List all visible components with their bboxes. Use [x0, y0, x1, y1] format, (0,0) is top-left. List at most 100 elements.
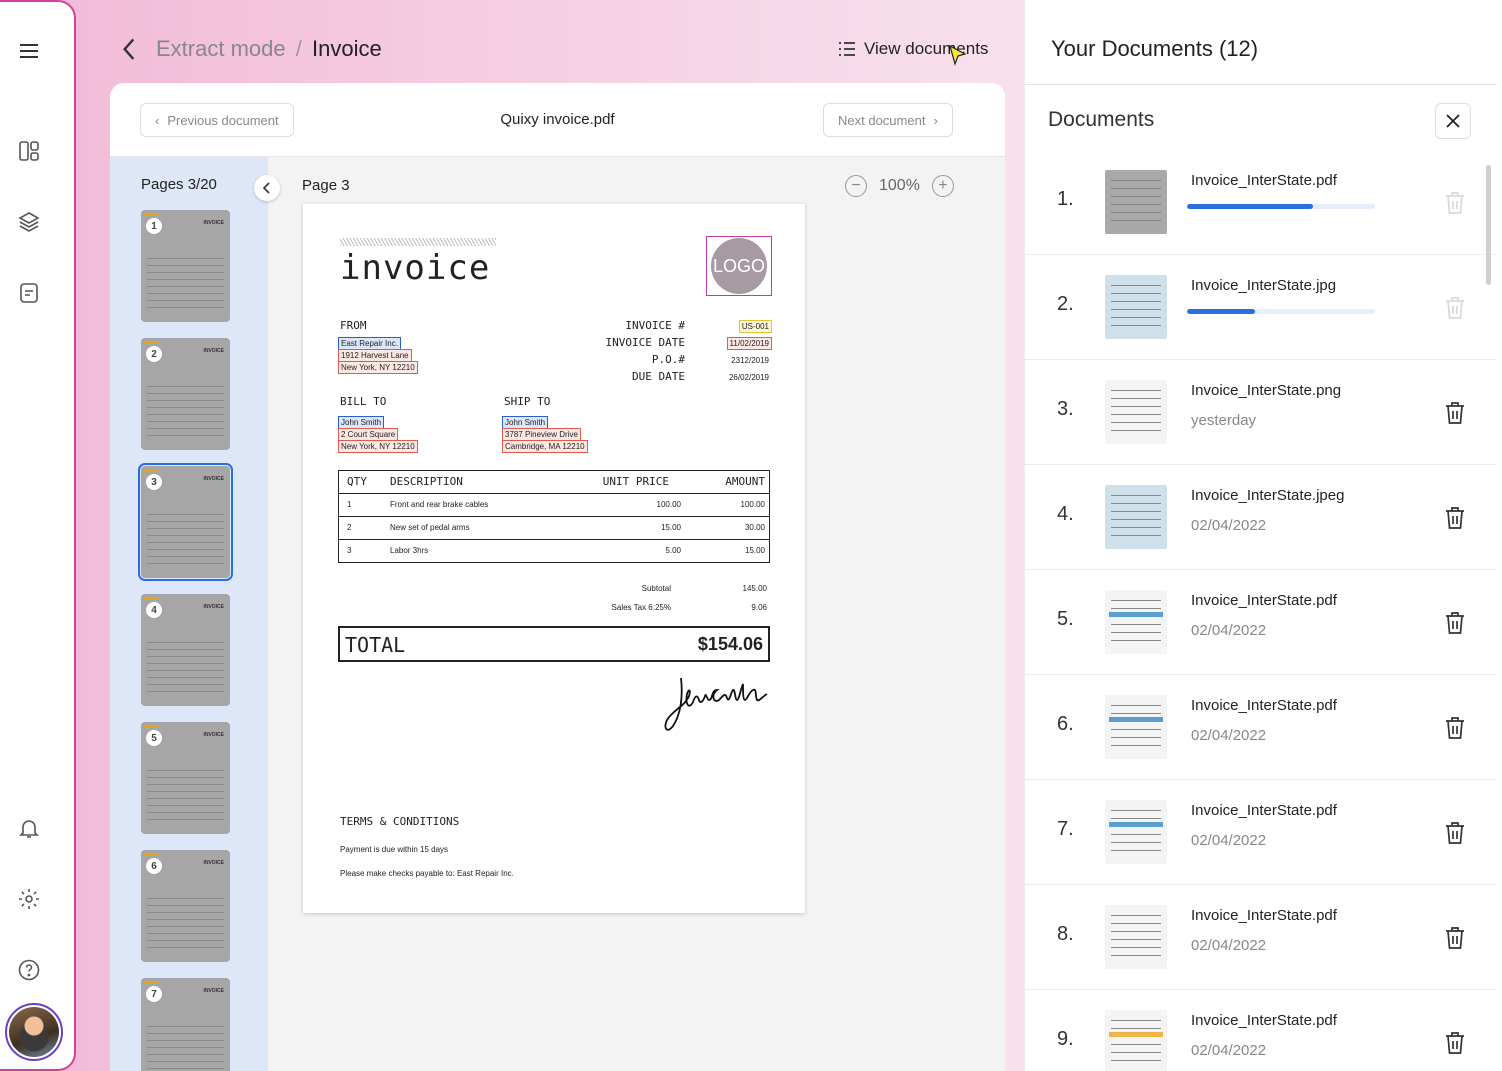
page-viewer: Page 3 − 100% + invoice LOGO FROM East R…: [268, 157, 1005, 1071]
list-item[interactable]: 2. Invoice_InterState.jpg: [1025, 255, 1497, 360]
page-thumbnail[interactable]: 7 INVOICE: [141, 978, 230, 1071]
list-item[interactable]: 8. Invoice_InterState.pdf 02/04/2022: [1025, 885, 1497, 990]
document-index: 5.: [1057, 608, 1074, 630]
document-index: 2.: [1057, 293, 1074, 315]
invoice-number-field[interactable]: US-001: [738, 320, 772, 333]
list-item[interactable]: 5. Invoice_InterState.pdf 02/04/2022: [1025, 570, 1497, 675]
page-thumbnail[interactable]: 5 INVOICE: [141, 722, 230, 834]
thumbnail-line: [147, 777, 224, 778]
list-item[interactable]: 1. Invoice_InterState.pdf: [1025, 150, 1497, 255]
trash-icon[interactable]: [1443, 1030, 1467, 1056]
thumbnail-line: [1111, 535, 1161, 536]
back-button[interactable]: [116, 34, 142, 62]
thumbnail-line: [147, 940, 224, 941]
thumbnail-title: INVOICE: [203, 604, 224, 610]
trash-icon[interactable]: [1443, 295, 1467, 321]
page-thumbnail[interactable]: 1 INVOICE: [141, 210, 230, 322]
document-thumbnail: [1105, 1010, 1167, 1071]
document-nav-bar: ‹ Previous document Quixy invoice.pdf Ne…: [110, 83, 1005, 157]
trash-icon[interactable]: [1443, 715, 1467, 741]
list-item[interactable]: 7. Invoice_InterState.pdf 02/04/2022: [1025, 780, 1497, 885]
trash-icon[interactable]: [1443, 925, 1467, 951]
thumbnail-line: [1111, 495, 1161, 496]
document-thumbnail: [1105, 800, 1167, 864]
invoice-page: invoice LOGO FROM East Repair Inc. 1912 …: [303, 204, 805, 913]
layers-icon[interactable]: [0, 202, 58, 242]
document-name: Invoice_InterState.jpg: [1191, 277, 1337, 294]
bill-to-city-field[interactable]: New York, NY 12210: [338, 440, 418, 453]
page-thumbnail[interactable]: 4 INVOICE: [141, 594, 230, 706]
thumbnail-line: [1111, 511, 1161, 512]
breadcrumb-mode[interactable]: Extract mode: [156, 36, 286, 61]
breadcrumb-separator: /: [295, 36, 302, 61]
collapse-thumbnails-button[interactable]: [254, 175, 280, 201]
page-thumbnails: Pages 3/20 1 INVOICE 2 INVOICE 3 INVOICE 4 INVO…: [110, 157, 280, 1071]
bill-to-label: BILL TO: [340, 395, 387, 408]
left-rail: [0, 0, 76, 1071]
thumbnail-logo: [144, 981, 158, 984]
thumbnail-line: [147, 393, 224, 394]
thumbnail-line: [1111, 729, 1161, 730]
thumbnail-line: [1111, 923, 1161, 924]
table-cell: 5.00: [665, 546, 681, 555]
documents-panel-title: Your Documents (12): [1051, 36, 1259, 61]
thumbnail-line: [1111, 519, 1161, 520]
document-name: Invoice_InterState.jpeg: [1191, 487, 1345, 504]
thumbnail-line: [147, 819, 224, 820]
trash-icon[interactable]: [1443, 610, 1467, 636]
document-icon[interactable]: [0, 273, 58, 313]
list-item[interactable]: 3. Invoice_InterState.png yesterday: [1025, 360, 1497, 465]
gear-icon[interactable]: [0, 879, 58, 919]
thumbnail-line: [147, 1068, 224, 1069]
trash-icon[interactable]: [1443, 400, 1467, 426]
invoice-date-field[interactable]: 11/02/2019: [726, 337, 772, 350]
thumbnail-line: [147, 307, 224, 308]
total-label: TOTAL: [345, 633, 406, 657]
list-item[interactable]: 9. Invoice_InterState.pdf 02/04/2022: [1025, 990, 1497, 1071]
avatar[interactable]: [5, 1003, 63, 1061]
document-index: 9.: [1057, 1028, 1074, 1050]
next-document-button[interactable]: Next document ›: [823, 103, 953, 137]
thumbnail-line: [147, 691, 224, 692]
document-name: Invoice_InterState.pdf: [1191, 907, 1337, 924]
trash-icon[interactable]: [1443, 820, 1467, 846]
thumbnail-line: [147, 784, 224, 785]
trash-icon[interactable]: [1443, 505, 1467, 531]
table-header-row: QTY DESCRIPTION UNIT PRICE AMOUNT: [339, 471, 769, 493]
page-thumbnail[interactable]: 3 INVOICE: [138, 463, 233, 581]
thumbnail-line: [147, 293, 224, 294]
avatar-photo: [9, 1007, 59, 1057]
close-documents-button[interactable]: [1435, 103, 1471, 139]
ship-to-city-field[interactable]: Cambridge, MA 12210: [502, 440, 588, 453]
table-cell: Labor 3hrs: [390, 546, 429, 555]
bell-icon[interactable]: [0, 808, 58, 848]
thumbnail-line: [147, 414, 224, 415]
documents-panel: Your Documents (12) Documents 1. Invoice_…: [1024, 0, 1502, 1071]
table-cell: Front and rear brake cables: [390, 500, 489, 509]
table-row: 2 New set of pedal arms 15.00 30.00: [339, 516, 769, 539]
column-header: AMOUNT: [725, 475, 765, 488]
thumbnail-line: [1111, 390, 1161, 391]
signature: [664, 677, 768, 731]
thumbnail-line: [147, 1061, 224, 1062]
documents-scrollbar[interactable]: [1486, 165, 1491, 285]
page-thumbnail[interactable]: 6 INVOICE: [141, 850, 230, 962]
list-item[interactable]: 4. Invoice_InterState.jpeg 02/04/2022: [1025, 465, 1497, 570]
menu-icon[interactable]: [0, 31, 58, 71]
trash-icon[interactable]: [1443, 190, 1467, 216]
zoom-out-button[interactable]: −: [845, 175, 867, 197]
thumbnail-line: [1111, 1028, 1161, 1029]
help-icon[interactable]: [0, 950, 58, 990]
page-thumbnail[interactable]: 2 INVOICE: [141, 338, 230, 450]
thumbnail-line: [147, 812, 224, 813]
thumbnail-line: [147, 542, 224, 543]
thumbnail-line: [147, 1033, 224, 1034]
list-item[interactable]: 6. Invoice_InterState.pdf 02/04/2022: [1025, 675, 1497, 780]
logo-highlight[interactable]: LOGO: [706, 236, 772, 296]
dashboard-icon[interactable]: [0, 131, 58, 171]
zoom-in-button[interactable]: +: [931, 175, 954, 197]
mouse-cursor-icon: [949, 44, 967, 66]
from-city-field[interactable]: New York, NY 12210: [338, 361, 418, 374]
thumbnail-title: INVOICE: [203, 732, 224, 738]
thumbnail-line: [147, 421, 224, 422]
